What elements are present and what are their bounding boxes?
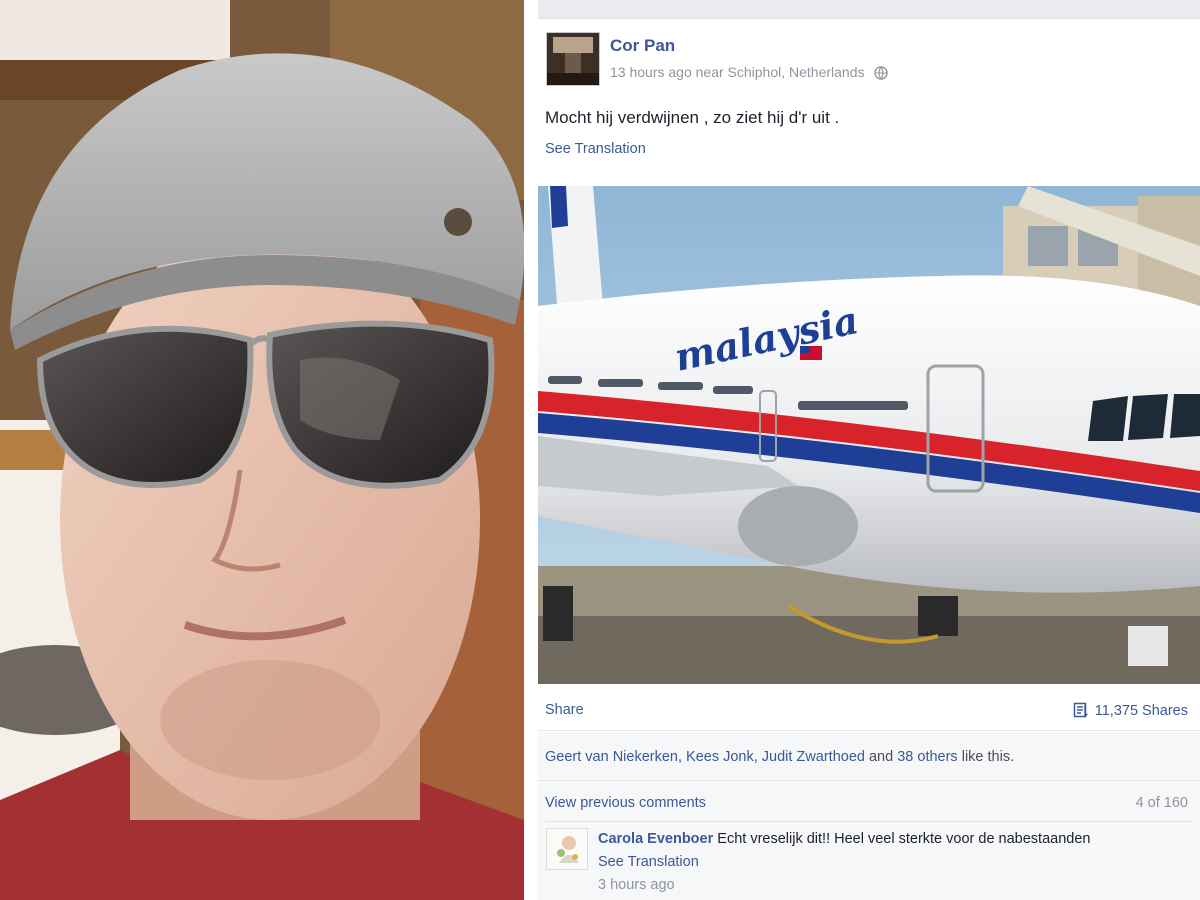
post-location[interactable]: near Schiphol, Netherlands (696, 64, 865, 80)
post-time[interactable]: 13 hours ago (610, 64, 692, 80)
share-link[interactable]: Share (545, 702, 584, 718)
likes-text: Geert van Niekerken, Kees Jonk, Judit Zw… (545, 749, 1014, 765)
author-avatar[interactable] (546, 32, 600, 86)
comments-divider (545, 821, 1193, 822)
likes-suffix: like this. (957, 749, 1015, 765)
comment-item: Carola Evenboer Echt vreselijk dit!! Hee… (598, 828, 1193, 897)
avatar-image (547, 33, 599, 85)
likes-others-link[interactable]: 38 others (897, 749, 957, 765)
share-count-icon (1073, 702, 1089, 722)
comment-timestamp[interactable]: 3 hours ago (598, 874, 1193, 897)
airplane-illustration: malaysia (538, 186, 1200, 684)
shares-count-label: 11,375 Shares (1094, 703, 1188, 719)
post-photo[interactable]: malaysia (538, 186, 1200, 684)
facebook-post: Cor Pan 13 hours ago near Schiphol, Neth… (538, 0, 1200, 900)
top-bar (538, 0, 1200, 19)
shares-count-link[interactable]: 11,375 Shares (1073, 702, 1188, 722)
likes-bar: Geert van Niekerken, Kees Jonk, Judit Zw… (538, 732, 1200, 781)
post-text: Mocht hij verdwijnen , zo ziet hij d'r u… (545, 108, 840, 127)
likers-names[interactable]: Geert van Niekerken, Kees Jonk, Judit Zw… (545, 749, 865, 765)
view-previous-comments-link[interactable]: View previous comments (545, 795, 706, 811)
post-actions: Share 11,375 Shares (538, 690, 1200, 731)
comments-section: View previous comments 4 of 160 Carola E… (538, 781, 1200, 900)
commenter-name[interactable]: Carola Evenboer (598, 831, 713, 847)
selfie-illustration (0, 0, 524, 900)
comment-see-translation-link[interactable]: See Translation (598, 851, 1193, 874)
see-translation-link[interactable]: See Translation (545, 141, 646, 157)
post-meta: 13 hours ago near Schiphol, Netherlands (610, 64, 889, 83)
comment-text: Echt vreselijk dit!! Heel veel sterkte v… (717, 831, 1091, 847)
likes-connector: and (864, 749, 898, 765)
globe-icon[interactable] (874, 66, 889, 83)
selfie-photo (0, 0, 524, 900)
commenter-avatar-image (547, 829, 587, 869)
author-name[interactable]: Cor Pan (610, 36, 675, 56)
comments-count: 4 of 160 (1135, 795, 1188, 811)
commenter-avatar[interactable] (546, 828, 588, 870)
divider (524, 0, 538, 900)
